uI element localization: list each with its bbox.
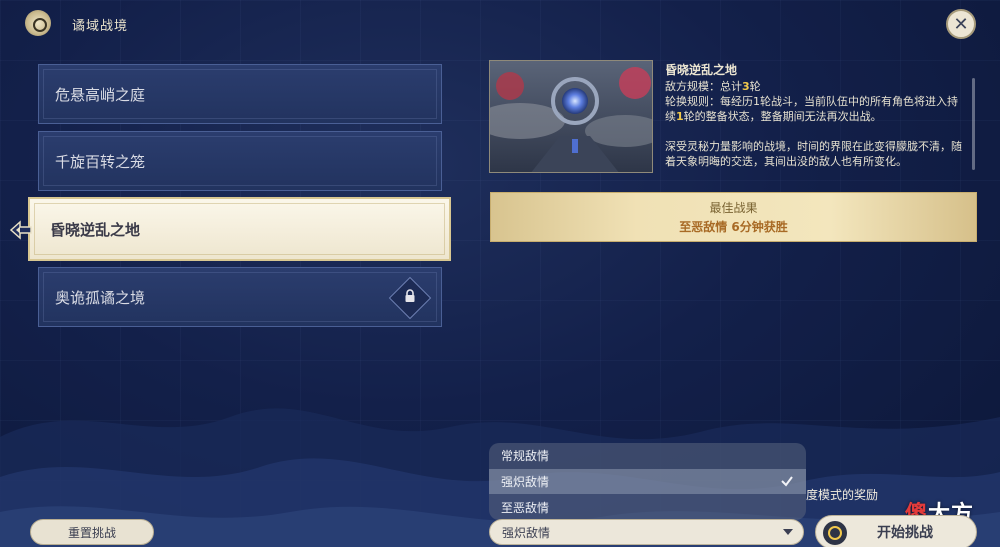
domain-preview-image (489, 60, 653, 173)
close-button[interactable]: ✕ (946, 9, 976, 39)
best-result-panel: 最佳战果 至恶敌情 6分钟获胜 (490, 192, 977, 242)
rotation-rule-value: 1 (676, 110, 684, 123)
difficulty-option-label: 常规敌情 (501, 449, 550, 463)
domain-item-label: 奥诡孤谲之境 (55, 288, 146, 307)
selection-arrow-icon (9, 220, 32, 240)
reset-challenge-button[interactable]: 重置挑战 (30, 519, 154, 545)
domain-item-label: 昏晓逆乱之地 (50, 220, 141, 239)
difficulty-dropdown-menu: 常规敌情 强炽敌情 至恶敌情 (489, 443, 806, 520)
start-challenge-label: 开始挑战 (877, 525, 933, 541)
difficulty-option-normal[interactable]: 常规敌情 (489, 443, 806, 468)
close-icon: ✕ (953, 13, 969, 35)
lock-icon-badge (388, 276, 432, 320)
difficulty-option-extreme[interactable]: 至恶敌情 (489, 495, 806, 520)
difficulty-option-label: 强炽敌情 (501, 475, 550, 489)
detail-text: 敌方规模：总计3轮 轮换规则：每经历1轮战斗，当前队伍中的所有角色将进入持续1轮… (665, 79, 965, 169)
start-challenge-button[interactable]: 开始挑战 (815, 515, 977, 547)
description-scrollbar[interactable] (972, 78, 975, 170)
reward-text: 度模式的奖励 (806, 488, 879, 502)
domain-item-4-locked[interactable]: 奥诡孤谲之境 (38, 267, 442, 327)
domain-description: 深受灵秘力量影响的战境，时间的界限在此变得朦胧不清，随着天象明晦的交迭，其间出没… (665, 140, 962, 168)
difficulty-option-intense[interactable]: 强炽敌情 (489, 469, 806, 494)
difficulty-option-label: 至恶敌情 (501, 501, 550, 515)
domain-item-2[interactable]: 千旋百转之笼 (38, 131, 442, 191)
rotation-rule-suffix: 轮的整备状态，整备期间无法再次出战。 (683, 110, 882, 123)
start-icon (823, 521, 847, 545)
domain-item-label: 危悬高峭之庭 (55, 85, 146, 104)
difficulty-selected-value: 强炽敌情 (502, 525, 551, 540)
domain-item-3-selected[interactable]: 昏晓逆乱之地 (28, 197, 451, 261)
lock-icon (404, 289, 416, 307)
enemy-scale-prefix: 敌方规模：总计 (665, 80, 742, 93)
domain-emblem-icon (25, 10, 51, 36)
rotation-rule-line: 轮换规则：每经历1轮战斗，当前队伍中的所有角色将进入持续1轮的整备状态，整备期间… (665, 94, 965, 124)
chevron-down-icon (783, 529, 793, 535)
enemy-scale-line: 敌方规模：总计3轮 (665, 79, 965, 94)
best-result-value: 至恶敌情 6分钟获胜 (679, 220, 788, 234)
difficulty-select[interactable]: 强炽敌情 (489, 519, 804, 545)
detail-title: 昏晓逆乱之地 (665, 63, 738, 77)
checkmark-icon (781, 476, 793, 487)
domain-item-1[interactable]: 危悬高峭之庭 (38, 64, 442, 124)
enemy-scale-value: 3 (742, 80, 750, 93)
enemy-scale-suffix: 轮 (749, 80, 761, 93)
best-result-label: 最佳战果 (709, 201, 758, 215)
domain-item-label: 千旋百转之笼 (55, 152, 146, 171)
page-title: 谲域战境 (72, 19, 129, 34)
